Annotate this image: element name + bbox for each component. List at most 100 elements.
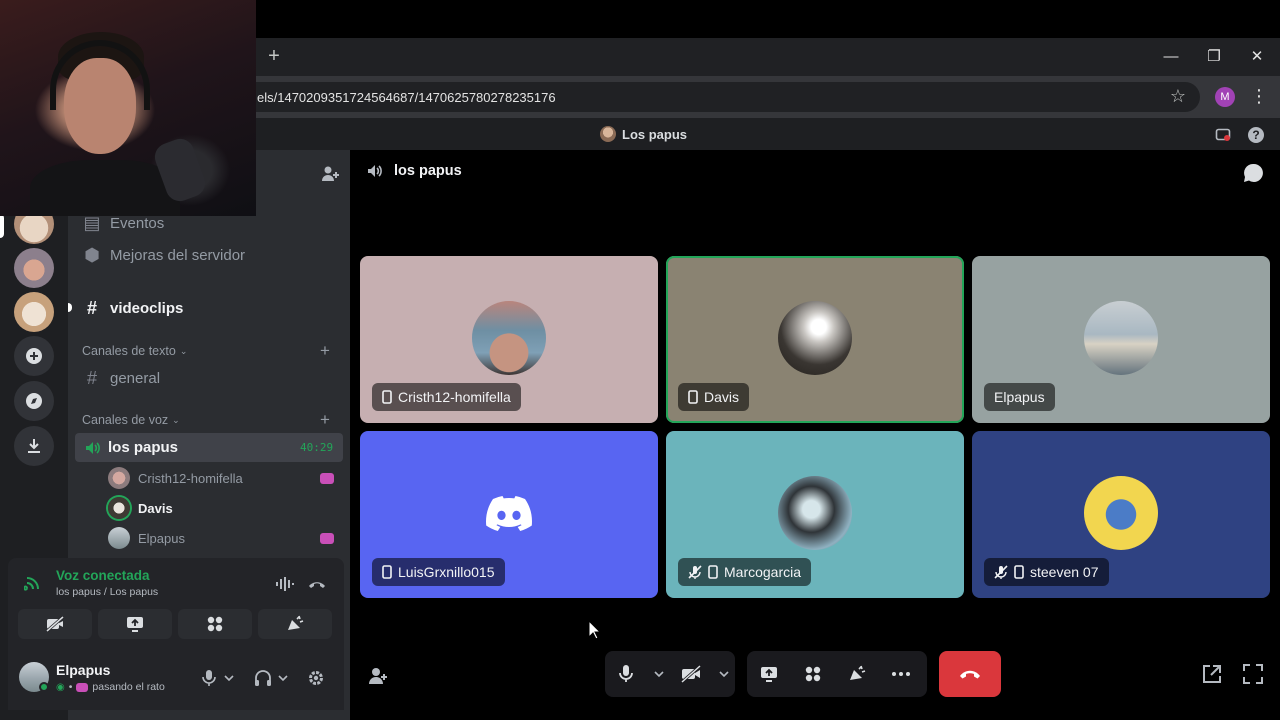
avatar	[108, 497, 130, 519]
webcam-overlay	[0, 0, 256, 216]
screen-share-icon	[761, 667, 777, 682]
participant-tile[interactable]: Elpapus	[972, 256, 1270, 423]
url-text[interactable]: els/1470209351724564687/1470625780278235…	[257, 90, 556, 105]
profile-avatar[interactable]: M	[1215, 87, 1235, 107]
hashtag-icon: #	[86, 298, 97, 318]
inbox-icon[interactable]	[1211, 123, 1235, 147]
pop-out-icon[interactable]	[1200, 662, 1224, 686]
noise-suppression-icon[interactable]	[272, 572, 296, 596]
server-icon	[600, 126, 616, 142]
channel-mejoras[interactable]: ⬢ Mejoras del servidor	[82, 245, 245, 266]
camera-options-chevron[interactable]	[712, 651, 735, 697]
online-status-dot	[39, 682, 49, 692]
camera-off-icon	[46, 615, 64, 633]
fullscreen-icon[interactable]	[1241, 662, 1265, 686]
invite-to-voice-icon[interactable]	[366, 664, 390, 688]
screen-share-button[interactable]	[98, 609, 172, 639]
participant-label: Marcogarcia	[678, 558, 812, 586]
create-text-channel-icon[interactable]: +	[320, 341, 330, 361]
settings-gear-icon[interactable]	[305, 667, 327, 689]
voice-status[interactable]: Voz conectada	[56, 568, 150, 583]
avatar	[1084, 301, 1158, 375]
avatar	[778, 301, 852, 375]
voice-user[interactable]: Elpapus	[108, 527, 185, 549]
disconnect-icon[interactable]	[305, 572, 329, 596]
restore-icon[interactable]: ❐	[1203, 46, 1225, 68]
activities-button[interactable]	[791, 651, 835, 697]
speaker-icon	[368, 165, 382, 177]
mobile-icon	[1014, 565, 1024, 579]
voice-user-speaking[interactable]: Davis	[108, 497, 173, 519]
voice-location[interactable]: los papus / Los papus	[56, 586, 158, 598]
channel-eventos-label: Eventos	[110, 215, 165, 232]
screen-share-button[interactable]	[747, 651, 791, 697]
mouse-cursor-icon	[588, 620, 602, 640]
close-icon[interactable]: ✕	[1246, 46, 1268, 68]
activities-button[interactable]	[178, 609, 252, 639]
channel-eventos[interactable]: ▤ Eventos	[82, 213, 164, 234]
camera-button[interactable]	[670, 651, 712, 697]
participant-label: Elpapus	[984, 383, 1055, 411]
participant-name: Elpapus	[994, 389, 1045, 405]
new-tab-button[interactable]: +	[263, 46, 285, 68]
participant-tile[interactable]: steeven 07	[972, 431, 1270, 598]
server-icon-face[interactable]	[14, 248, 54, 288]
soundboard-icon	[288, 615, 304, 630]
category-text-label: Canales de texto	[82, 344, 176, 358]
dot-separator: •	[68, 681, 73, 693]
channel-videoclips[interactable]: # videoclips	[82, 298, 183, 319]
participant-tile[interactable]: LuisGrxnillo015	[360, 431, 658, 598]
participant-tile[interactable]: Marcogarcia	[666, 431, 964, 598]
deafen-headphones-icon[interactable]	[252, 667, 274, 689]
chevron-down-icon	[653, 671, 664, 678]
download-icon[interactable]	[14, 426, 54, 466]
mute-mic-icon[interactable]	[198, 667, 220, 689]
participant-tile-speaking[interactable]: Davis	[666, 256, 964, 423]
connection-signal-icon[interactable]	[22, 570, 46, 594]
server-icon-dog-2[interactable]	[14, 292, 54, 332]
user-panel	[8, 648, 344, 710]
camera-toggle-button[interactable]	[18, 609, 92, 639]
microphone-button[interactable]	[605, 651, 647, 697]
help-icon[interactable]: ?	[1244, 123, 1268, 147]
channel-general[interactable]: # general	[82, 368, 160, 389]
calendar-icon: ▤	[83, 213, 101, 233]
chevron-down-icon[interactable]	[222, 667, 236, 689]
audio-video-controls	[605, 651, 735, 697]
participant-name: Cristh12-homifella	[398, 389, 511, 405]
participant-name: Davis	[704, 389, 740, 405]
browser-menu-icon[interactable]: ⋮	[1250, 86, 1268, 106]
soundboard-button[interactable]	[258, 609, 332, 639]
chat-icon[interactable]	[1242, 162, 1264, 184]
mobile-icon	[382, 565, 392, 579]
activities-icon	[207, 616, 223, 632]
channel-videoclips-label: videoclips	[110, 300, 184, 317]
mic-options-chevron[interactable]	[647, 651, 670, 697]
discord-logo-icon	[472, 476, 546, 550]
mobile-icon	[320, 473, 334, 484]
user-name[interactable]: Elpapus	[56, 662, 110, 678]
minimize-icon[interactable]: —	[1160, 46, 1182, 68]
category-voice-channels[interactable]: Canales de voz ⌄	[82, 413, 180, 427]
soundboard-button[interactable]	[835, 651, 879, 697]
bookmark-star-icon[interactable]: ☆	[1168, 86, 1188, 106]
explore-icon[interactable]	[14, 381, 54, 421]
add-server-icon[interactable]	[14, 336, 54, 376]
create-voice-channel-icon[interactable]: +	[320, 410, 330, 430]
user-status[interactable]: ◉ • pasando el rato	[56, 681, 165, 693]
chevron-down-icon[interactable]	[276, 667, 290, 689]
stage-header: los papus	[366, 162, 462, 180]
category-text-channels[interactable]: Canales de texto ⌄	[82, 344, 187, 358]
participant-tile[interactable]: Cristh12-homifella	[360, 256, 658, 423]
avatar	[1084, 476, 1158, 550]
muted-mic-icon	[994, 565, 1008, 579]
speaker-icon	[81, 436, 105, 460]
participant-label: steeven 07	[984, 558, 1109, 586]
voice-user[interactable]: Cristh12-homifella	[108, 467, 243, 489]
more-options-button[interactable]	[879, 651, 923, 697]
disconnect-call-button[interactable]	[939, 651, 1001, 697]
mobile-icon	[688, 390, 698, 404]
chevron-down-icon: ⌄	[172, 414, 180, 425]
screen-share-icon	[127, 617, 143, 632]
invite-members-icon[interactable]	[318, 162, 342, 186]
